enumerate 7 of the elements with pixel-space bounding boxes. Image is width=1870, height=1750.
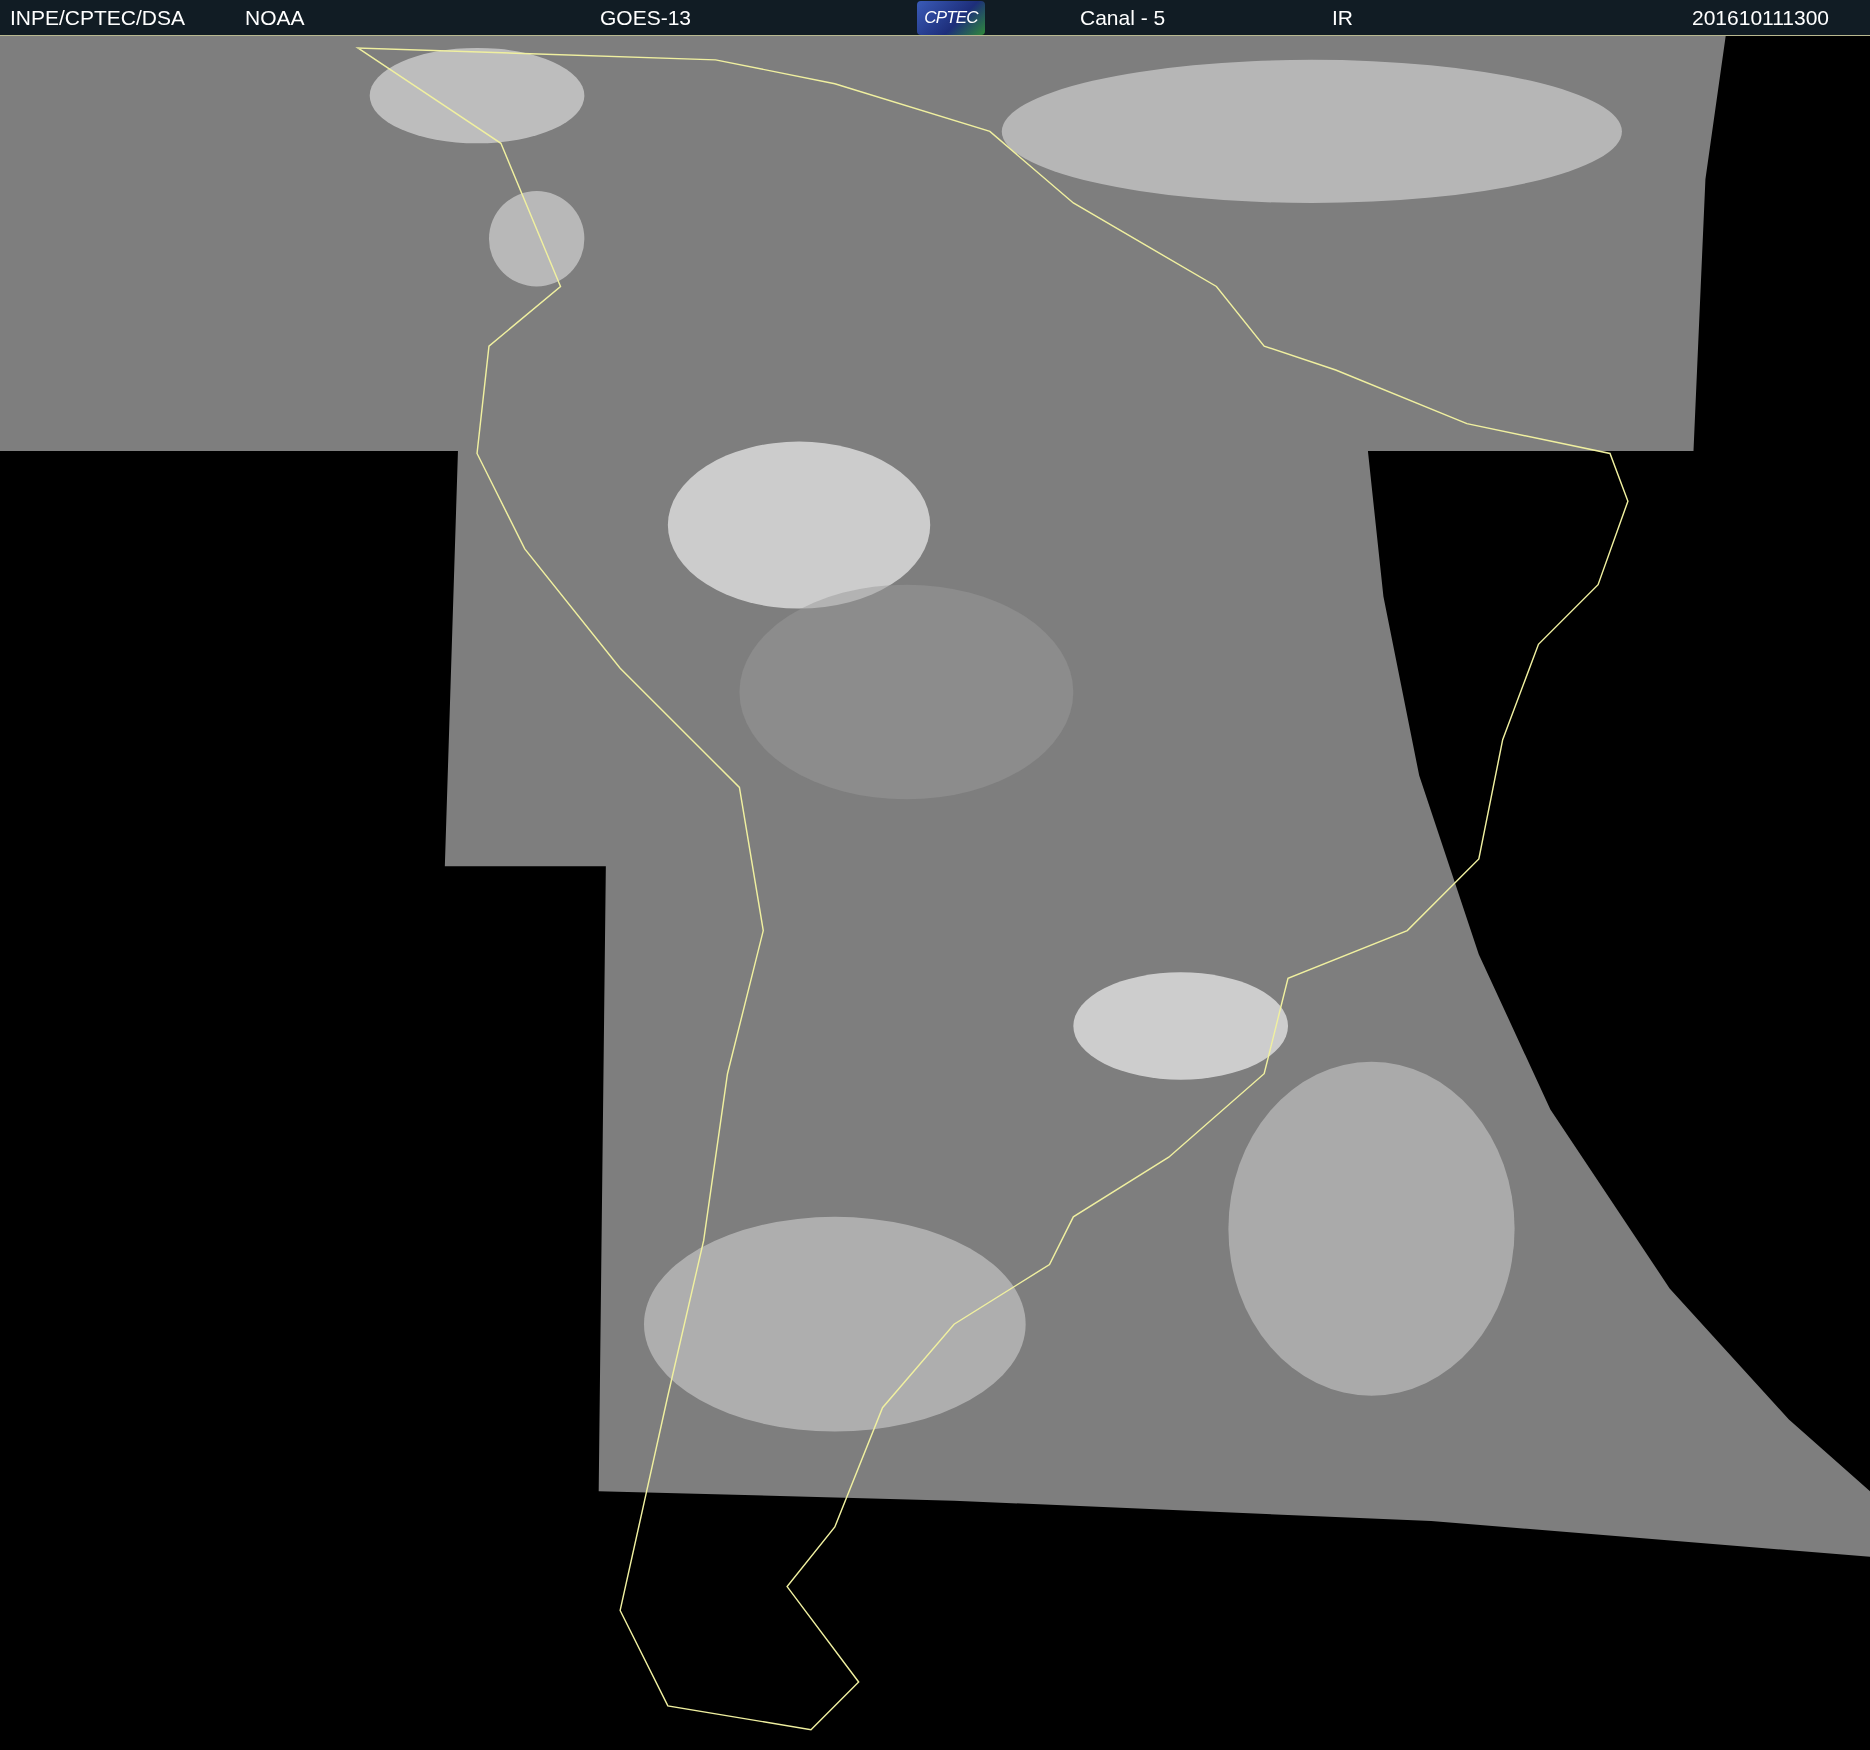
channel-label: Canal - 5	[1080, 4, 1167, 31]
timestamp-label: 201610111300	[1692, 4, 1830, 31]
satellite-label: GOES-13	[600, 4, 693, 31]
agency-label: NOAA	[245, 4, 306, 31]
source-label: INPE/CPTEC/DSA	[10, 4, 187, 31]
band-label: IR	[1332, 4, 1354, 31]
logo: CPTEC	[917, 0, 985, 35]
